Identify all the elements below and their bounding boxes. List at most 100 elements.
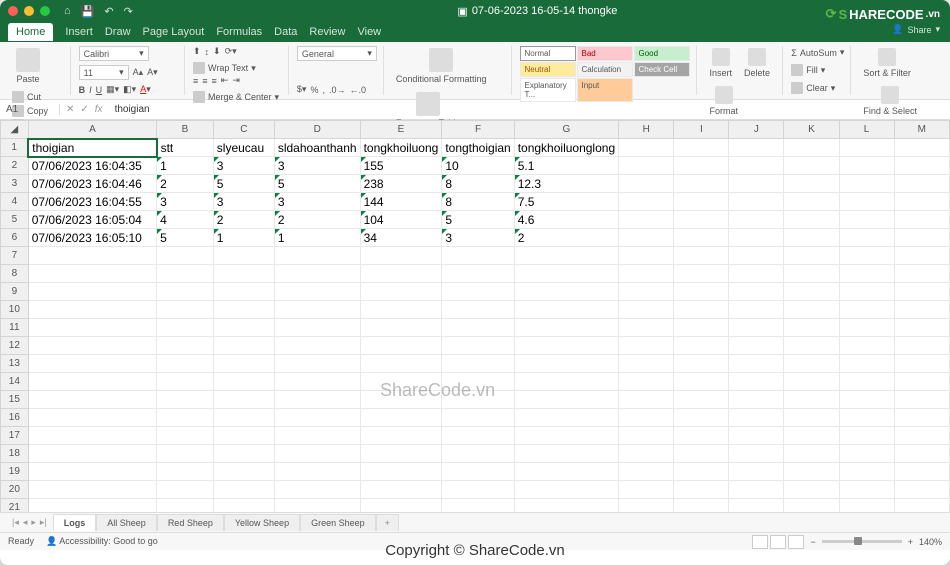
row-header-16[interactable]: 16 [1,409,29,427]
close-button[interactable] [8,6,18,16]
cell-K18[interactable] [784,445,839,463]
cell-L20[interactable] [839,481,894,499]
cell-B19[interactable] [157,463,214,481]
cell-B1[interactable]: stt [157,139,214,157]
cell-A11[interactable] [28,319,156,337]
cell-H4[interactable] [619,193,674,211]
cell-G19[interactable] [514,463,618,481]
cell-I17[interactable] [674,427,729,445]
sheet-tab-red-sheep[interactable]: Red Sheep [157,514,224,531]
cell-K16[interactable] [784,409,839,427]
row-header-21[interactable]: 21 [1,499,29,513]
cell-B18[interactable] [157,445,214,463]
cell-D12[interactable] [274,337,360,355]
cell-M7[interactable] [894,247,949,265]
row-header-14[interactable]: 14 [1,373,29,391]
cell-H17[interactable] [619,427,674,445]
underline-button[interactable]: U [96,85,103,95]
cell-M17[interactable] [894,427,949,445]
cell-G6[interactable]: 2 [514,229,618,247]
cell-F19[interactable] [442,463,514,481]
cell-A18[interactable] [28,445,156,463]
col-header-D[interactable]: D [274,121,360,139]
cell-I5[interactable] [674,211,729,229]
cell-G5[interactable]: 4.6 [514,211,618,229]
cell-B8[interactable] [157,265,214,283]
cell-C12[interactable] [213,337,274,355]
cell-A3[interactable]: 07/06/2023 16:04:46 [28,175,156,193]
cell-L4[interactable] [839,193,894,211]
row-header-20[interactable]: 20 [1,481,29,499]
cell-J9[interactable] [729,283,784,301]
cell-A5[interactable]: 07/06/2023 16:05:04 [28,211,156,229]
cell-A19[interactable] [28,463,156,481]
cell-F7[interactable] [442,247,514,265]
cell-M18[interactable] [894,445,949,463]
cell-A7[interactable] [28,247,156,265]
cell-H6[interactable] [619,229,674,247]
cell-B6[interactable]: 5 [157,229,214,247]
cell-K15[interactable] [784,391,839,409]
cell-M8[interactable] [894,265,949,283]
cell-K7[interactable] [784,247,839,265]
cell-A16[interactable] [28,409,156,427]
cell-C1[interactable]: slyeucau [213,139,274,157]
cell-B9[interactable] [157,283,214,301]
indent-inc-icon[interactable]: ⇥ [232,75,240,86]
cell-H13[interactable] [619,355,674,373]
row-header-15[interactable]: 15 [1,391,29,409]
formula-input[interactable]: thoigian [109,104,950,115]
cell-K19[interactable] [784,463,839,481]
cell-A13[interactable] [28,355,156,373]
cell-G13[interactable] [514,355,618,373]
cell-A12[interactable] [28,337,156,355]
cell-C11[interactable] [213,319,274,337]
cell-I10[interactable] [674,301,729,319]
cell-E20[interactable] [360,481,442,499]
fontsize-select[interactable]: 11▾ [79,65,129,80]
dec-decimal-icon[interactable]: ←.0 [350,85,367,95]
cell-D6[interactable]: 1 [274,229,360,247]
cell-G21[interactable] [514,499,618,513]
add-sheet-button[interactable]: + [376,514,399,531]
cell-D7[interactable] [274,247,360,265]
cell-B20[interactable] [157,481,214,499]
cell-H3[interactable] [619,175,674,193]
cell-H21[interactable] [619,499,674,513]
cell-F14[interactable] [442,373,514,391]
cell-A8[interactable] [28,265,156,283]
cell-E7[interactable] [360,247,442,265]
cell-J8[interactable] [729,265,784,283]
cell-B17[interactable] [157,427,214,445]
align-center-icon[interactable]: ≡ [202,76,207,86]
col-header-K[interactable]: K [784,121,839,139]
style-good[interactable]: Good [634,46,690,61]
cell-I6[interactable] [674,229,729,247]
cell-G17[interactable] [514,427,618,445]
font-shrink-icon[interactable]: A▾ [147,67,158,78]
cell-K10[interactable] [784,301,839,319]
align-mid-icon[interactable]: ↕ [205,47,210,57]
cell-M21[interactable] [894,499,949,513]
cell-D3[interactable]: 5 [274,175,360,193]
cell-G20[interactable] [514,481,618,499]
cell-E21[interactable] [360,499,442,513]
tab-nav-next-icon[interactable]: ▸ [31,517,36,528]
cell-M16[interactable] [894,409,949,427]
cell-C19[interactable] [213,463,274,481]
cell-M13[interactable] [894,355,949,373]
redo-icon[interactable]: ↷ [124,5,133,18]
cell-I9[interactable] [674,283,729,301]
cell-C15[interactable] [213,391,274,409]
tab-page-layout[interactable]: Page Layout [143,26,205,38]
cell-C6[interactable]: 1 [213,229,274,247]
cell-E19[interactable] [360,463,442,481]
cell-G8[interactable] [514,265,618,283]
cell-L12[interactable] [839,337,894,355]
cell-D16[interactable] [274,409,360,427]
cell-M9[interactable] [894,283,949,301]
cell-G11[interactable] [514,319,618,337]
cell-K21[interactable] [784,499,839,513]
cell-L16[interactable] [839,409,894,427]
cell-L14[interactable] [839,373,894,391]
